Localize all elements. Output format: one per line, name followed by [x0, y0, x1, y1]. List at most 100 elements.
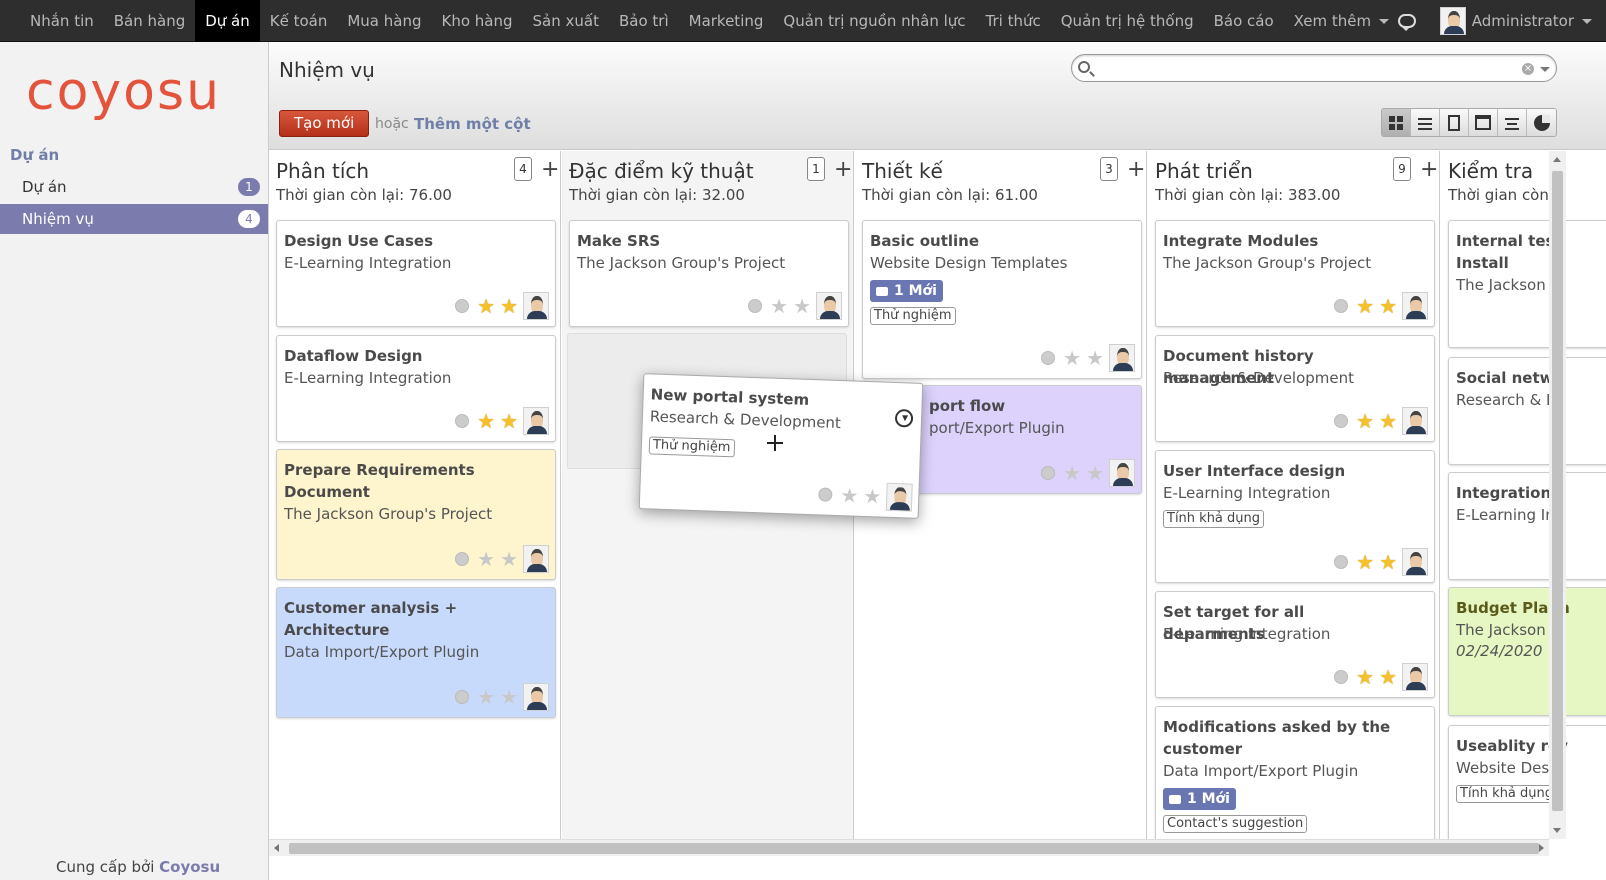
column-add-icon[interactable]: + — [1127, 157, 1145, 182]
new-message-badge[interactable]: 1 Mới — [1163, 788, 1236, 810]
star-icon[interactable]: ★ — [477, 411, 495, 431]
new-message-badge[interactable]: 1 Mới — [870, 280, 943, 302]
search-options-icon[interactable] — [1540, 67, 1550, 72]
powered-by-brand[interactable]: Coyosu — [159, 858, 220, 876]
task-card[interactable]: Social netwo Research & D — [1448, 357, 1606, 465]
list-view-button[interactable] — [1411, 109, 1440, 136]
gantt-view-button[interactable] — [1498, 109, 1527, 136]
user-menu[interactable]: Administrator — [1472, 12, 1574, 30]
star-icon[interactable]: ★ — [770, 296, 788, 316]
form-view-button[interactable] — [1440, 109, 1469, 136]
menu-marketing[interactable]: Marketing — [679, 0, 774, 42]
column-add-icon[interactable]: + — [1420, 157, 1438, 182]
task-card[interactable]: Dataflow Design E-Learning Integration ★… — [276, 335, 556, 442]
task-card[interactable]: Useablity rev Website Desi Tính khả dụng — [1448, 725, 1606, 839]
column-title[interactable]: Thiết kế — [862, 159, 943, 183]
status-dot-icon[interactable] — [455, 690, 470, 704]
column-add-icon[interactable]: + — [834, 157, 852, 182]
status-dot-icon[interactable] — [455, 552, 470, 566]
star-icon[interactable]: ★ — [863, 484, 882, 509]
star-icon[interactable]: ★ — [500, 411, 518, 431]
status-dot-icon[interactable] — [1041, 466, 1056, 480]
star-icon[interactable]: ★ — [1379, 552, 1397, 572]
star-icon[interactable]: ★ — [1086, 348, 1104, 368]
user-avatar[interactable] — [1439, 7, 1466, 35]
star-icon[interactable]: ★ — [477, 549, 495, 569]
task-card[interactable]: Make SRS The Jackson Group's Project ★ ★ — [569, 220, 849, 327]
scroll-right-icon[interactable] — [1539, 844, 1544, 852]
task-card[interactable]: Customer analysis + Architecture Data Im… — [276, 587, 556, 718]
task-card[interactable]: Basic outline Website Design Templates 1… — [862, 220, 1142, 379]
task-card[interactable]: Integration o E-Learning In — [1448, 472, 1606, 580]
star-icon[interactable]: ★ — [477, 687, 495, 707]
scroll-left-icon[interactable] — [274, 844, 279, 852]
status-dot-icon[interactable] — [818, 487, 833, 502]
status-dot-icon[interactable] — [748, 299, 763, 313]
menu-sales[interactable]: Bán hàng — [104, 0, 195, 42]
task-card[interactable]: Design Use Cases E-Learning Integration … — [276, 220, 556, 327]
star-icon[interactable]: ★ — [500, 687, 518, 707]
card-menu-icon[interactable] — [894, 408, 914, 428]
task-card[interactable]: Prepare Requirements Document The Jackso… — [276, 449, 556, 580]
vertical-scroll-thumb[interactable] — [1552, 171, 1563, 811]
task-card[interactable]: User Interface design E-Learning Integra… — [1155, 450, 1435, 583]
menu-messaging[interactable]: Nhắn tin — [20, 0, 104, 42]
column-title[interactable]: Đặc điểm kỹ thuật — [569, 159, 754, 183]
search-input[interactable] — [1096, 58, 1506, 78]
star-icon[interactable]: ★ — [1379, 411, 1397, 431]
horizontal-scrollbar[interactable] — [269, 839, 1549, 856]
star-icon[interactable]: ★ — [1063, 348, 1081, 368]
kanban-view-button[interactable] — [1382, 109, 1411, 136]
status-dot-icon[interactable] — [1334, 555, 1349, 569]
menu-maintenance[interactable]: Bảo trì — [609, 0, 679, 42]
menu-project[interactable]: Dự án — [195, 0, 260, 42]
add-column-link[interactable]: Thêm một cột — [414, 115, 531, 133]
horizontal-scroll-thumb[interactable] — [289, 843, 1539, 854]
star-icon[interactable]: ★ — [1356, 552, 1374, 572]
column-title[interactable]: Phân tích — [276, 159, 369, 183]
sidebar-item-projects[interactable]: Dự án 1 — [0, 172, 268, 202]
vertical-scrollbar[interactable] — [1549, 151, 1566, 839]
scroll-up-icon[interactable] — [1553, 157, 1561, 162]
column-add-icon[interactable]: + — [541, 157, 559, 182]
column-title[interactable]: Phát triển — [1155, 159, 1253, 183]
sidebar-item-tasks[interactable]: Nhiệm vụ 4 — [0, 204, 268, 234]
star-icon[interactable]: ★ — [1379, 667, 1397, 687]
graph-view-button[interactable] — [1527, 109, 1556, 136]
menu-more[interactable]: Xem thêm — [1284, 0, 1399, 42]
scroll-down-icon[interactable] — [1553, 828, 1561, 833]
task-card[interactable]: Set target for all deparments E-Learning… — [1155, 591, 1435, 698]
menu-warehouse[interactable]: Kho hàng — [432, 0, 523, 42]
create-button[interactable]: Tạo mới — [279, 110, 370, 137]
task-card[interactable]: Internal testi Install The Jackson — [1448, 220, 1606, 348]
status-dot-icon[interactable] — [1334, 299, 1349, 313]
chat-icon[interactable] — [1397, 14, 1416, 31]
status-dot-icon[interactable] — [1041, 351, 1056, 365]
menu-manufacturing[interactable]: Sản xuất — [523, 0, 609, 42]
menu-hr[interactable]: Quản trị nguồn nhân lực — [773, 0, 975, 42]
star-icon[interactable]: ★ — [500, 296, 518, 316]
task-card[interactable]: Budget Plann The Jackson 02/24/2020 — [1448, 587, 1606, 716]
star-icon[interactable]: ★ — [1379, 296, 1397, 316]
star-icon[interactable]: ★ — [840, 483, 859, 508]
menu-settings[interactable]: Quản trị hệ thống — [1051, 0, 1204, 42]
menu-accounting[interactable]: Kế toán — [260, 0, 338, 42]
star-icon[interactable]: ★ — [500, 549, 518, 569]
task-card[interactable]: Modifications asked by the customer Data… — [1155, 706, 1435, 839]
star-icon[interactable]: ★ — [1356, 296, 1374, 316]
status-dot-icon[interactable] — [455, 414, 470, 428]
status-dot-icon[interactable] — [1334, 670, 1349, 684]
menu-reports[interactable]: Báo cáo — [1204, 0, 1284, 42]
status-dot-icon[interactable] — [1334, 414, 1349, 428]
search-box[interactable]: × — [1071, 54, 1557, 82]
clear-search-icon[interactable]: × — [1522, 63, 1534, 75]
task-card[interactable]: Integrate Modules The Jackson Group's Pr… — [1155, 220, 1435, 327]
star-icon[interactable]: ★ — [793, 296, 811, 316]
star-icon[interactable]: ★ — [1356, 411, 1374, 431]
star-icon[interactable]: ★ — [1356, 667, 1374, 687]
menu-purchase[interactable]: Mua hàng — [337, 0, 431, 42]
star-icon[interactable]: ★ — [477, 296, 495, 316]
task-card[interactable]: Document history management Research & D… — [1155, 335, 1435, 442]
star-icon[interactable]: ★ — [1086, 463, 1104, 483]
column-title[interactable]: Kiểm tra — [1448, 159, 1533, 183]
